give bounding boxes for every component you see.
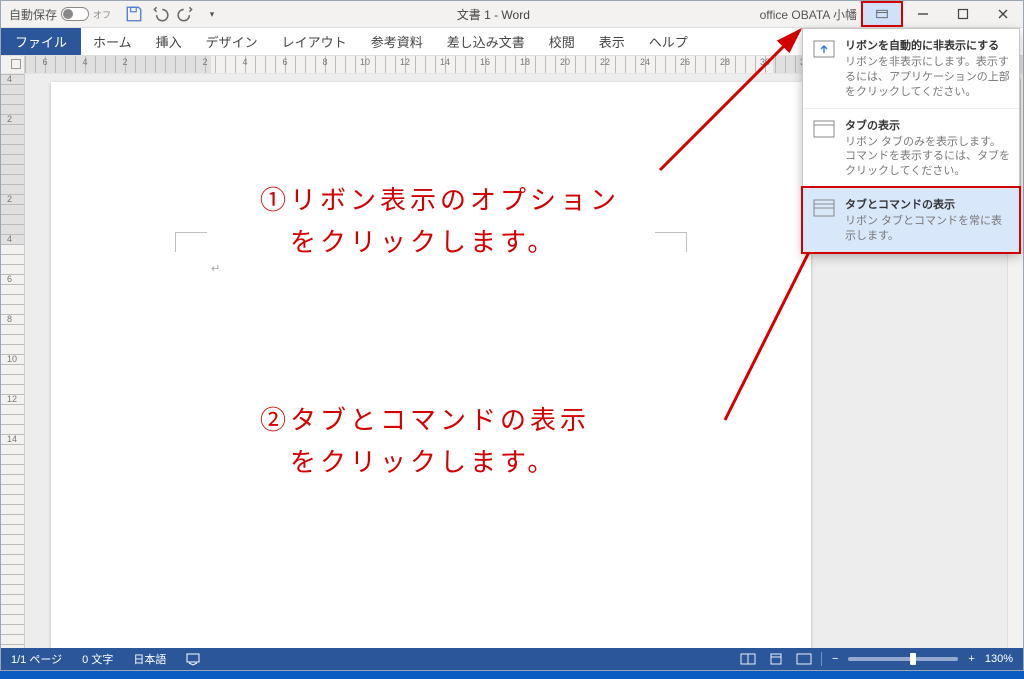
view-print-layout-icon[interactable] xyxy=(765,651,787,667)
tab-selector[interactable] xyxy=(1,56,25,73)
auto-hide-icon xyxy=(811,37,837,61)
account-name[interactable]: office OBATA 小幡 xyxy=(760,6,861,23)
tab-file[interactable]: ファイル xyxy=(1,28,81,55)
zoom-level[interactable]: 130% xyxy=(985,653,1013,665)
tab-layout[interactable]: レイアウト xyxy=(270,28,359,55)
status-spellcheck-icon[interactable] xyxy=(176,652,210,666)
status-bar: 1/1 ページ 0 文字 日本語 − + 130% xyxy=(1,648,1023,670)
show-tabs-commands-icon xyxy=(811,196,837,220)
option-desc: リボン タブとコマンドを常に表示します。 xyxy=(845,214,1011,244)
tab-help[interactable]: ヘルプ xyxy=(637,28,700,55)
option-show-tabs-and-commands[interactable]: タブとコマンドの表示リボン タブとコマンドを常に表示します。 xyxy=(803,188,1019,252)
option-desc: リボン タブのみを表示します。コマンドを表示するには、タブをクリックしてください… xyxy=(845,135,1011,180)
zoom-slider[interactable] xyxy=(848,657,958,661)
page[interactable]: ↵ xyxy=(51,82,811,648)
zoom-in-button[interactable]: + xyxy=(964,653,978,665)
option-title: タブとコマンドの表示 xyxy=(845,196,1011,212)
zoom-slider-knob[interactable] xyxy=(910,653,916,665)
margin-mark-icon xyxy=(175,232,207,252)
tab-review[interactable]: 校閲 xyxy=(537,28,587,55)
option-show-tabs[interactable]: タブの表示リボン タブのみを表示します。コマンドを表示するには、タブをクリックし… xyxy=(803,109,1019,189)
ribbon-display-options-button[interactable] xyxy=(861,1,903,27)
minimize-button[interactable] xyxy=(903,1,943,27)
tab-insert[interactable]: 挿入 xyxy=(144,28,194,55)
tab-home[interactable]: ホーム xyxy=(81,28,144,55)
option-title: タブの表示 xyxy=(845,117,1011,133)
close-button[interactable] xyxy=(983,1,1023,27)
maximize-button[interactable] xyxy=(943,1,983,27)
title-bar: 自動保存 オフ ▾ 文書 1 - Word office OBATA 小幡 xyxy=(1,1,1023,28)
tab-view[interactable]: 表示 xyxy=(587,28,637,55)
save-icon[interactable] xyxy=(125,5,143,23)
tab-design[interactable]: デザイン xyxy=(194,28,270,55)
status-page[interactable]: 1/1 ページ xyxy=(1,651,72,667)
show-tabs-icon xyxy=(811,117,837,141)
option-desc: リボンを非表示にします。表示するには、アプリケーションの上部をクリックしてくださ… xyxy=(845,55,1011,100)
view-web-layout-icon[interactable] xyxy=(793,651,815,667)
vertical-ruler[interactable]: 422468101214 xyxy=(1,74,25,648)
autosave-label: 自動保存 xyxy=(9,6,57,23)
tab-mailings[interactable]: 差し込み文書 xyxy=(435,28,537,55)
tab-references[interactable]: 参考資料 xyxy=(359,28,435,55)
autosave-state: オフ xyxy=(93,8,111,21)
option-title: リボンを自動的に非表示にする xyxy=(845,37,1011,53)
option-auto-hide-ribbon[interactable]: リボンを自動的に非表示にするリボンを非表示にします。表示するには、アプリケーショ… xyxy=(803,29,1019,109)
zoom-out-button[interactable]: − xyxy=(828,653,842,665)
undo-icon[interactable] xyxy=(151,5,169,23)
qat-more-icon[interactable]: ▾ xyxy=(203,5,221,23)
status-word-count[interactable]: 0 文字 xyxy=(72,651,123,667)
redo-icon[interactable] xyxy=(177,5,195,23)
status-language[interactable]: 日本語 xyxy=(123,651,176,667)
toggle-switch-icon xyxy=(61,7,89,21)
document-title: 文書 1 - Word xyxy=(227,6,760,23)
view-read-mode-icon[interactable] xyxy=(737,651,759,667)
window-buttons xyxy=(861,1,1023,27)
quick-access-toolbar: ▾ xyxy=(119,5,227,23)
ribbon-options-icon xyxy=(876,8,888,20)
paragraph-mark-icon: ↵ xyxy=(211,262,220,275)
margin-mark-icon xyxy=(655,232,687,252)
autosave-toggle[interactable]: 自動保存 オフ xyxy=(1,6,119,23)
ribbon-display-options-menu: リボンを自動的に非表示にするリボンを非表示にします。表示するには、アプリケーショ… xyxy=(802,28,1020,253)
